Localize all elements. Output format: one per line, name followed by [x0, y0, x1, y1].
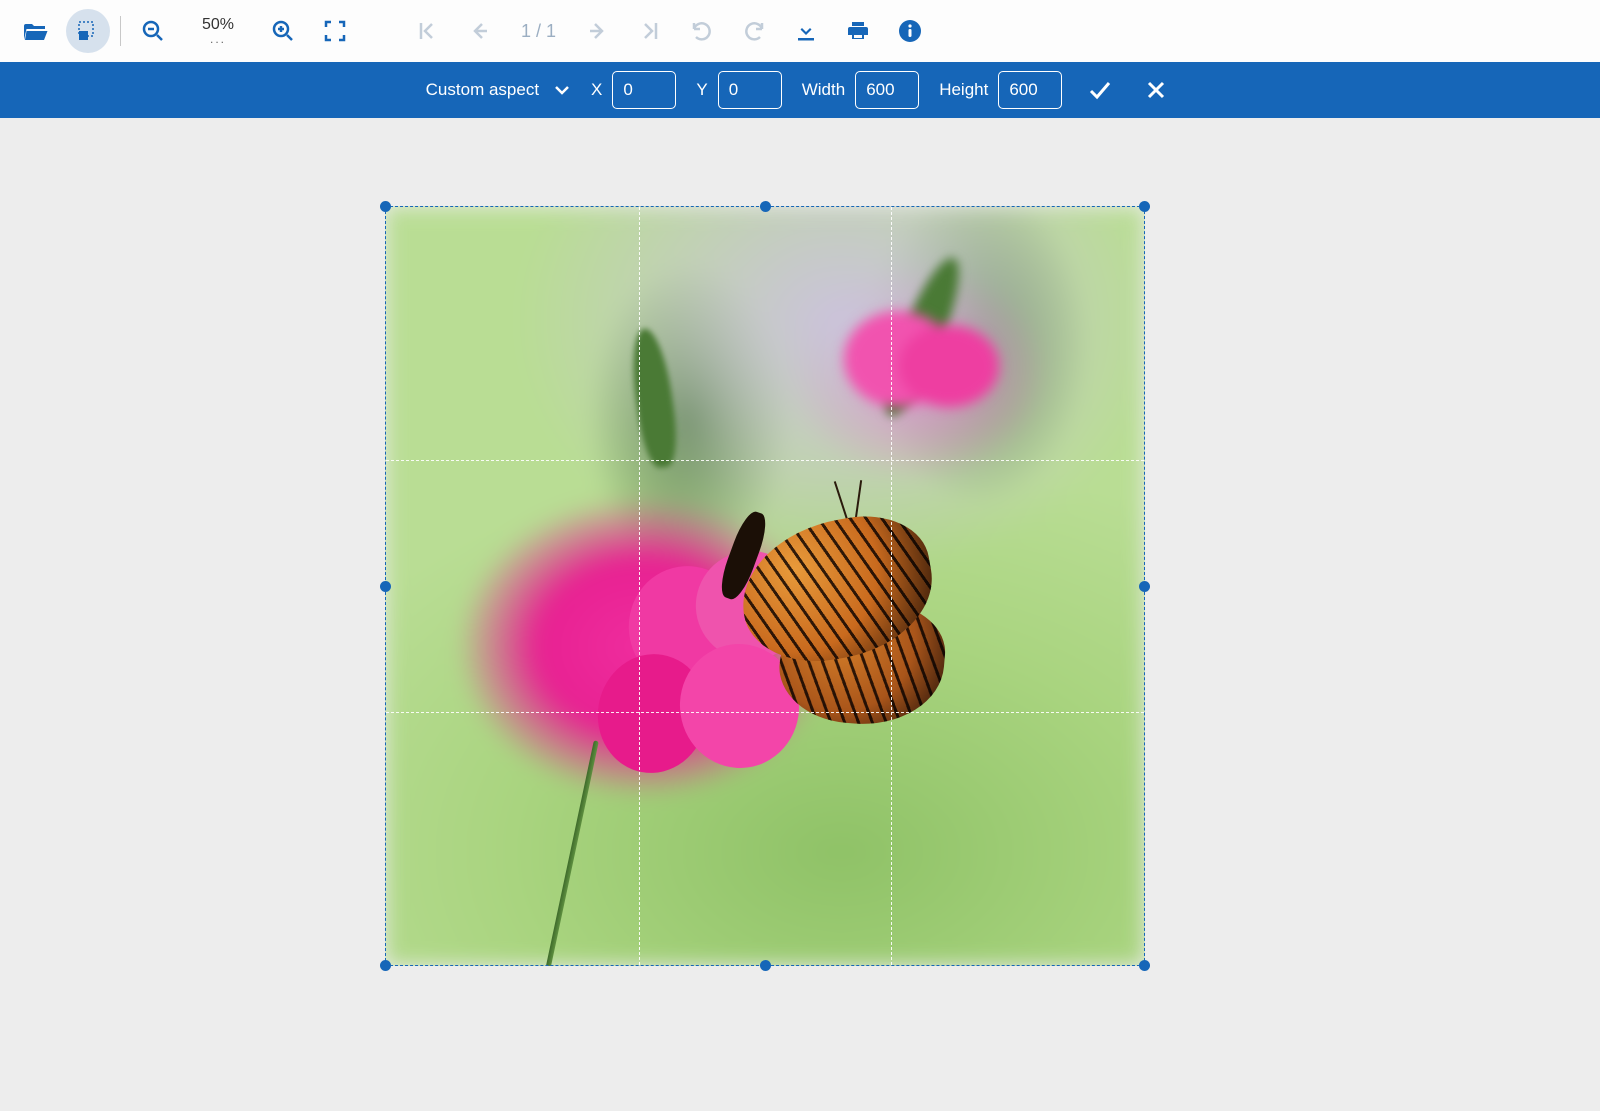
info-icon [898, 19, 922, 43]
open-file-button[interactable] [14, 9, 58, 53]
crop-handle-bottom-left[interactable] [380, 960, 391, 971]
height-label: Height [939, 80, 988, 100]
x-label: X [591, 80, 602, 100]
aspect-ratio-select[interactable]: Custom aspect [426, 80, 571, 100]
crop-handle-bottom-right[interactable] [1139, 960, 1150, 971]
first-arrow-icon [416, 20, 438, 42]
crop-handle-bottom-center[interactable] [760, 960, 771, 971]
zoom-out-button[interactable] [131, 9, 175, 53]
info-button[interactable] [888, 9, 932, 53]
undo-icon [690, 19, 714, 43]
undo-button[interactable] [680, 9, 724, 53]
width-field: Width [802, 71, 919, 109]
crop-handle-top-left[interactable] [380, 201, 391, 212]
x-field: X [591, 71, 676, 109]
crop-handle-top-center[interactable] [760, 201, 771, 212]
zoom-percent: 50% [183, 17, 253, 33]
arrow-left-icon [468, 20, 490, 42]
zoom-in-button[interactable] [261, 9, 305, 53]
width-label: Width [802, 80, 845, 100]
divider [120, 16, 121, 46]
crop-handle-middle-left[interactable] [380, 581, 391, 592]
height-field: Height [939, 71, 1062, 109]
y-input[interactable] [718, 71, 782, 109]
print-icon [846, 19, 870, 43]
chevron-down-icon [553, 81, 571, 99]
zoom-in-icon [271, 19, 295, 43]
fullscreen-icon [324, 20, 346, 42]
next-page-button[interactable] [576, 9, 620, 53]
download-icon [795, 20, 817, 42]
apply-crop-button[interactable] [1082, 72, 1118, 108]
print-button[interactable] [836, 9, 880, 53]
close-icon [1145, 79, 1167, 101]
main-toolbar: 50% ... 1 / 1 [0, 0, 1600, 62]
y-label: Y [696, 80, 707, 100]
last-page-button[interactable] [628, 9, 672, 53]
folder-open-icon [23, 20, 49, 42]
check-icon [1087, 77, 1113, 103]
fullscreen-button[interactable] [313, 9, 357, 53]
last-arrow-icon [639, 20, 661, 42]
crop-icon [76, 19, 100, 43]
download-button[interactable] [784, 9, 828, 53]
y-field: Y [696, 71, 781, 109]
width-input[interactable] [855, 71, 919, 109]
crop-tool-button[interactable] [66, 9, 110, 53]
aspect-label: Custom aspect [426, 80, 539, 100]
page-indicator: 1 / 1 [509, 21, 568, 42]
zoom-more-dots: ... [183, 33, 253, 45]
x-input[interactable] [612, 71, 676, 109]
arrow-right-icon [587, 20, 609, 42]
cancel-crop-button[interactable] [1138, 72, 1174, 108]
redo-button[interactable] [732, 9, 776, 53]
image-frame[interactable] [385, 206, 1145, 966]
zoom-level[interactable]: 50% ... [183, 17, 253, 45]
crop-options-bar: Custom aspect X Y Width Height [0, 62, 1600, 118]
prev-page-button[interactable] [457, 9, 501, 53]
zoom-out-icon [141, 19, 165, 43]
height-input[interactable] [998, 71, 1062, 109]
crop-handle-top-right[interactable] [1139, 201, 1150, 212]
image-content [385, 206, 1145, 966]
canvas-area[interactable] [0, 118, 1600, 1111]
redo-icon [742, 19, 766, 43]
first-page-button[interactable] [405, 9, 449, 53]
crop-handle-middle-right[interactable] [1139, 581, 1150, 592]
